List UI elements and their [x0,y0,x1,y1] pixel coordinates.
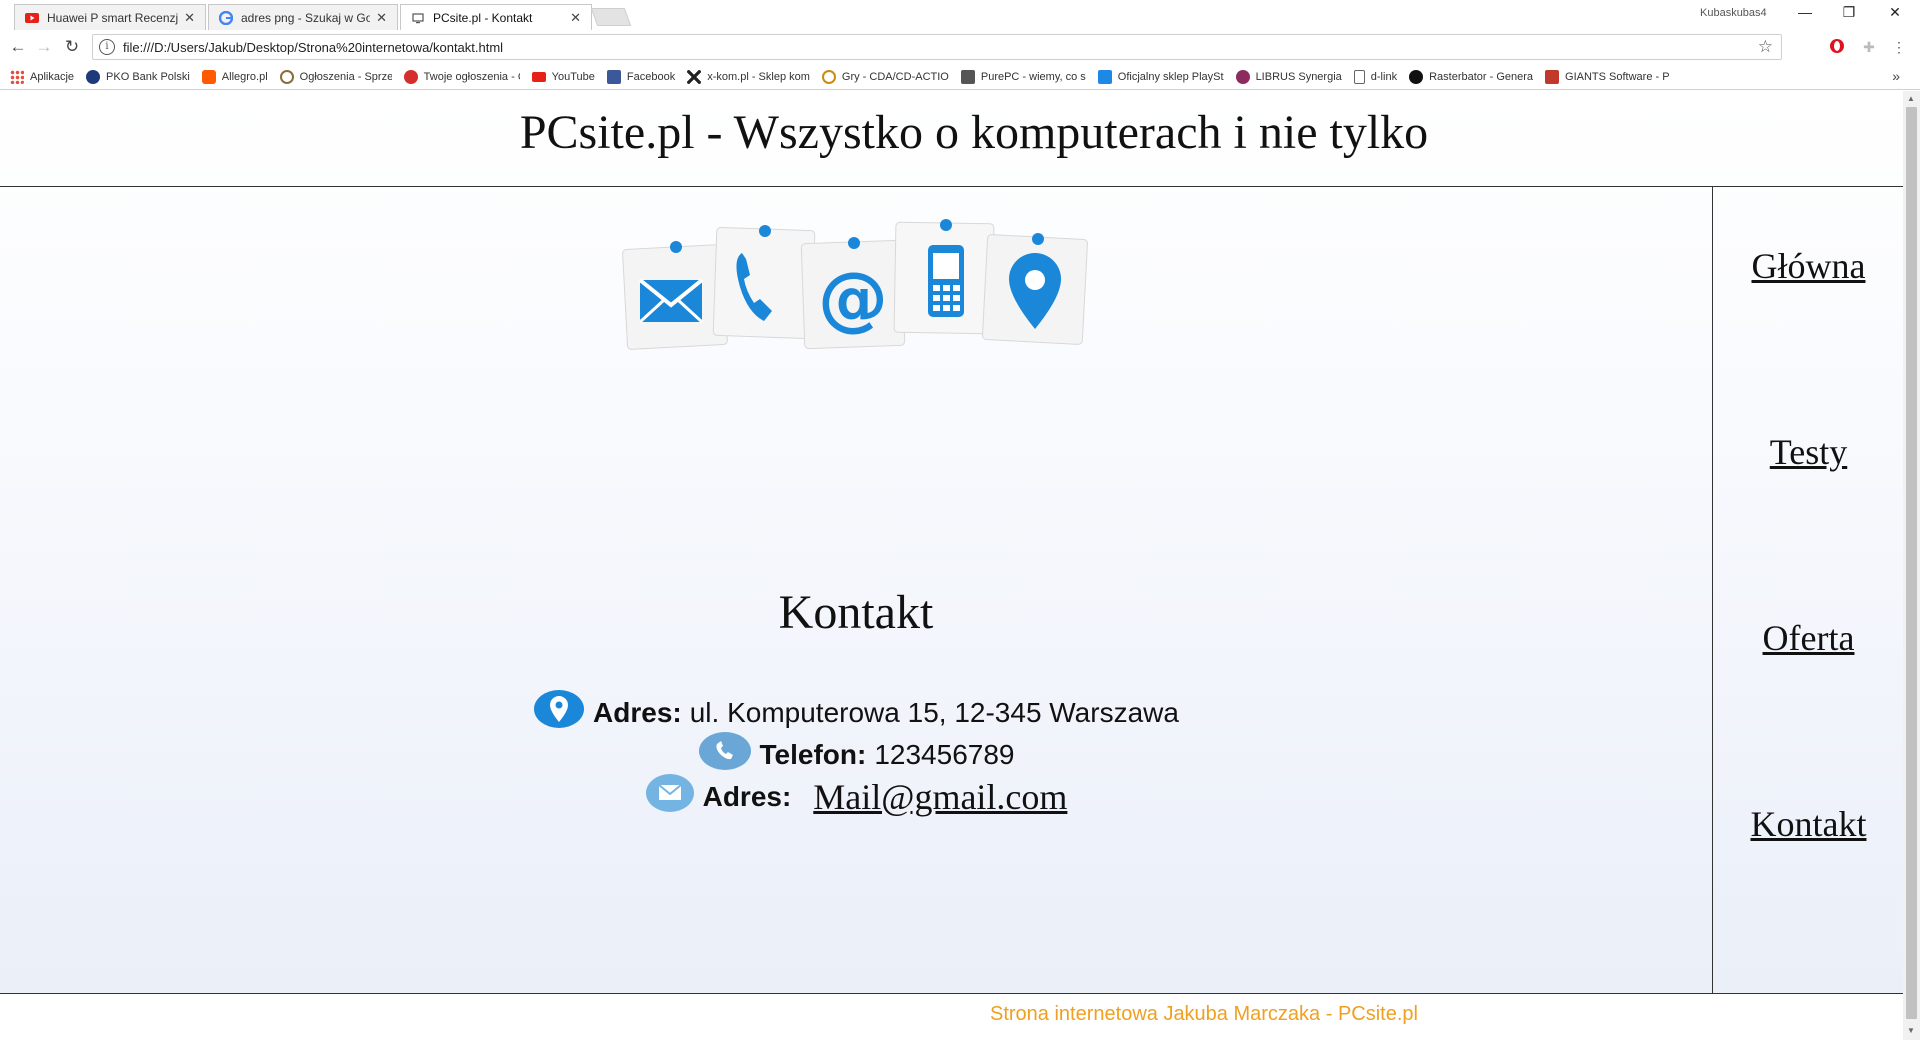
tab-google-search[interactable]: adres png - Szukaj w Go ✕ [208,4,398,30]
bookmark-librus[interactable]: LIBRUS Synergia [1235,69,1342,84]
restore-icon[interactable]: ❐ [1826,4,1872,21]
xkom-icon [687,69,702,84]
bookmark-pko[interactable]: PKO Bank Polski [86,69,190,84]
bookmark-allegro[interactable]: Allegro.pl [201,69,268,84]
main-content: @ Kontakt Adres: ul. Komputerowa 15, 12-… [0,187,1712,993]
giants-icon [1545,69,1560,84]
bookmark-facebook[interactable]: Facebook [606,69,675,84]
tab-youtube-review[interactable]: Huawei P smart Recenzja ✕ [14,4,206,30]
apps-grid-icon [10,69,24,84]
nav-link-glowna[interactable]: Główna [1713,245,1903,287]
page-viewport: PCsite.pl - Wszystko o komputerach i nie… [0,91,1903,1040]
olx-icon [279,69,294,84]
bookmarks-bar: Aplikacje PKO Bank Polski Allegro.pl Ogł… [0,64,1920,90]
minimize-icon[interactable]: — [1782,4,1828,20]
phone-icon [698,731,752,778]
bookmark-olx-twoje[interactable]: Twoje ogłoszenia - O [403,69,520,84]
more-bookmarks-icon[interactable]: » [1892,68,1900,84]
pko-icon [86,69,101,84]
site-header: PCsite.pl - Wszystko o komputerach i nie… [0,91,1903,187]
profile-name[interactable]: Kubaskubas4 [1700,7,1767,19]
address-bar[interactable]: i file:///D:/Users/Jakub/Desktop/Strona%… [92,34,1782,60]
scrollbar-thumb[interactable] [1906,107,1917,1019]
bookmark-playstation[interactable]: Oficjalny sklep PlaySt [1097,69,1224,84]
bookmark-xkom[interactable]: x-kom.pl - Sklep kom [687,69,810,84]
forward-icon[interactable]: → [32,36,56,58]
page-icon [1353,69,1365,84]
phone-label: Telefon: [759,738,867,770]
close-tab-icon[interactable]: ✕ [570,10,581,26]
bookmark-youtube[interactable]: YouTube [531,71,595,83]
contact-heading: Kontakt [778,586,934,639]
tab-title: adres png - Szukaj w Go [241,10,371,25]
tab-pcsite-kontakt[interactable]: PCsite.pl - Kontakt ✕ [400,4,592,30]
page-icon [411,11,425,25]
nav-link-oferta[interactable]: Oferta [1713,617,1903,659]
location-pin-icon [533,689,585,736]
bookmark-cda[interactable]: Gry - CDA/CD-ACTIO [821,69,949,84]
bookmark-olx[interactable]: Ogłoszenia - Sprzeda [279,69,392,84]
close-window-icon[interactable]: ✕ [1872,4,1918,21]
allegro-icon [201,69,216,84]
bookmark-aplikacje[interactable]: Aplikacje [10,69,74,84]
bookmark-rasterbator[interactable]: Rasterbator - Genera [1409,69,1533,84]
at-sign-note-icon: @ [800,237,906,350]
menu-icon[interactable]: ⋮ [1890,38,1908,56]
email-label: Adres: [702,780,792,812]
bookmark-giants[interactable]: GIANTS Software - P [1545,69,1670,84]
svg-text:@: @ [818,257,888,339]
new-tab-button[interactable] [590,8,632,26]
site-title: PCsite.pl - Wszystko o komputerach i nie… [519,106,1429,159]
side-navigation: Główna Testy Oferta Kontakt [1712,187,1903,993]
browser-toolbar: ← → ↻ i file:///D:/Users/Jakub/Desktop/S… [0,30,1920,64]
footer-text: Strona internetowa Jakuba Marczaka - PCs… [990,1003,1418,1025]
playstation-icon [1097,69,1112,84]
mobile-phone-note-icon [893,219,995,335]
opera-icon[interactable] [1828,38,1846,56]
address-url[interactable]: file:///D:/Users/Jakub/Desktop/Strona%20… [123,40,503,55]
phone-note-icon [712,225,816,340]
back-icon[interactable]: ← [6,36,30,58]
email-link[interactable]: Mail@gmail.com [813,776,1067,818]
tab-strip: Huawei P smart Recenzja ✕ adres png - Sz… [0,0,1920,30]
scroll-up-arrow-icon[interactable]: ▲ [1907,94,1915,103]
bookmark-purepc[interactable]: PurePC - wiemy, co s [960,69,1086,84]
envelope-icon [645,773,695,820]
facebook-icon [606,69,621,84]
rasterbator-icon [1409,69,1424,84]
info-icon[interactable]: i [99,39,115,55]
mail-note-icon [622,241,728,350]
contact-icons-image: @ [622,219,1088,350]
librus-icon [1235,69,1250,84]
location-pin-note-icon [981,233,1088,345]
youtube-icon [531,71,546,82]
reload-icon[interactable]: ↻ [60,36,84,58]
nav-link-kontakt[interactable]: Kontakt [1713,803,1903,845]
scroll-down-arrow-icon[interactable]: ▼ [1907,1026,1915,1035]
cda-icon [821,69,836,84]
google-icon [219,10,233,25]
phone-value: 123456789 [874,738,1015,770]
youtube-icon [25,11,39,25]
olx-red-icon [403,69,418,84]
tab-title: PCsite.pl - Kontakt [433,10,533,25]
close-tab-icon[interactable]: ✕ [184,10,195,26]
tab-title: Huawei P smart Recenzja [47,10,179,25]
bookmark-dlink[interactable]: d-link [1353,69,1397,84]
site-footer: Strona internetowa Jakuba Marczaka - PCs… [0,993,1903,1040]
vertical-scrollbar[interactable]: ▲ ▼ [1903,91,1920,1040]
address-row: Adres: ul. Komputerowa 15, 12-345 Warsza… [0,689,1712,736]
phone-row: Telefon: 123456789 [0,731,1712,778]
close-tab-icon[interactable]: ✕ [376,10,387,26]
purepc-icon [960,69,975,84]
bookmark-star-icon[interactable]: ☆ [1758,37,1773,57]
address-value: ul. Komputerowa 15, 12-345 Warszawa [689,696,1179,728]
nav-link-testy[interactable]: Testy [1713,431,1903,473]
email-row: Adres: Mail@gmail.com [0,773,1712,820]
address-label: Adres: [593,696,682,728]
extension-icon[interactable]: ✚ [1860,38,1878,56]
